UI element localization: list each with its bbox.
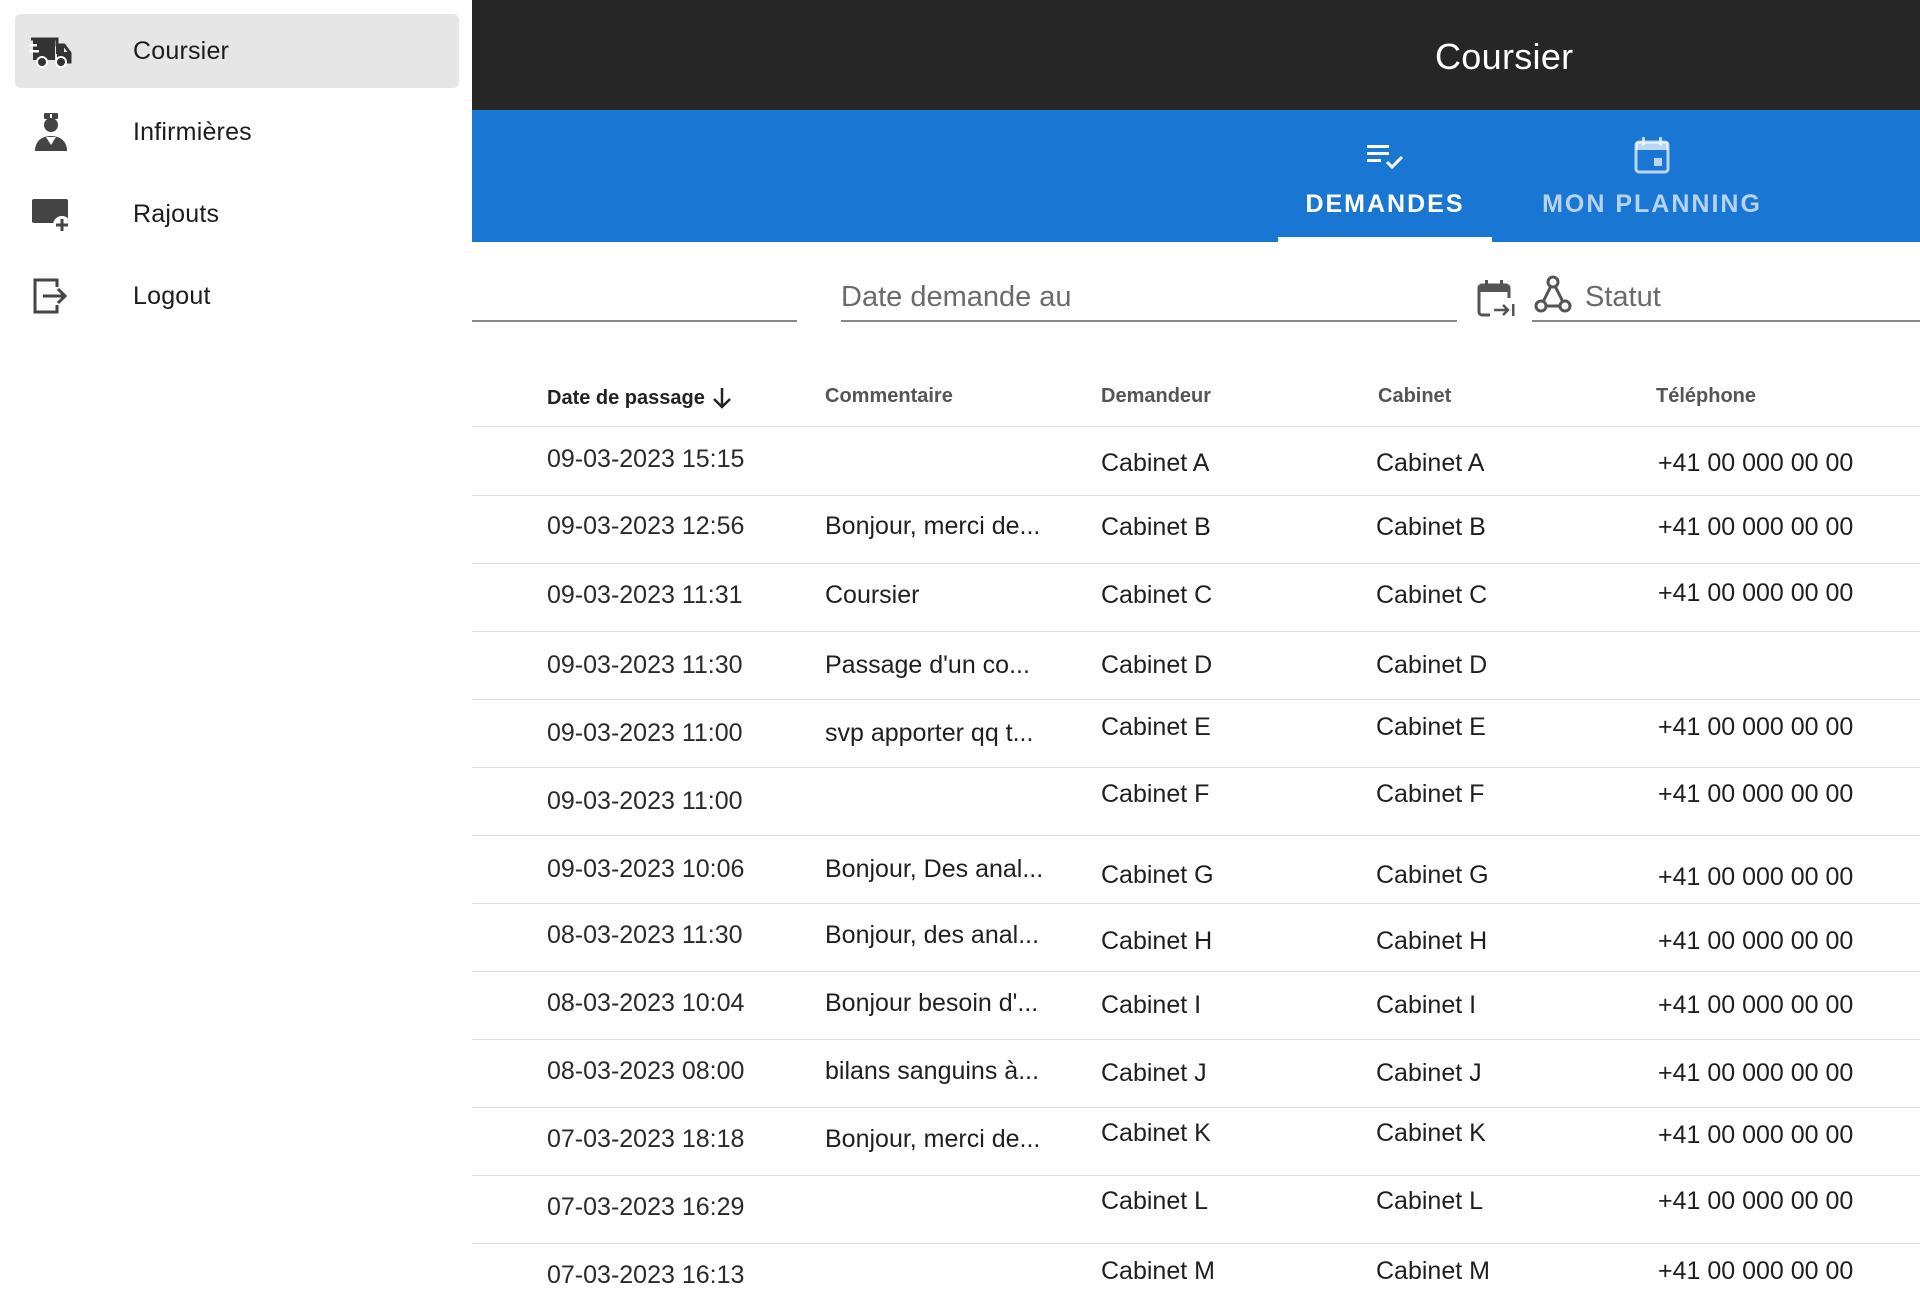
cell-requester: Cabinet G <box>1101 861 1214 889</box>
cell-date: 09-03-2023 15:15 <box>547 445 745 473</box>
cell-phone: +41 00 000 00 00 <box>1658 513 1854 541</box>
cell-cabinet: Cabinet E <box>1376 713 1486 741</box>
cell-cabinet: Cabinet C <box>1376 581 1488 609</box>
nav-item-rajouts[interactable]: Rajouts <box>15 177 459 251</box>
nav-item-infirmieres[interactable]: Infirmières <box>15 95 459 169</box>
cell-date: 07-03-2023 18:18 <box>547 1125 745 1153</box>
cell-cabinet: Cabinet G <box>1376 861 1489 889</box>
cell-comment: Bonjour, Des anal... <box>825 855 1044 883</box>
cell-date: 07-03-2023 16:29 <box>547 1193 745 1221</box>
cell-requester: Cabinet H <box>1101 927 1213 955</box>
cell-date: 09-03-2023 10:06 <box>547 855 745 883</box>
page-title: Coursier <box>1435 36 1574 77</box>
cell-requester: Cabinet A <box>1101 449 1210 477</box>
cell-date: 09-03-2023 12:56 <box>547 512 745 540</box>
cell-phone: +41 00 000 00 00 <box>1658 991 1854 1019</box>
cell-cabinet: Cabinet F <box>1376 780 1485 808</box>
cell-date: 08-03-2023 10:04 <box>547 989 745 1017</box>
cell-requester: Cabinet D <box>1101 651 1213 679</box>
nav-item-coursier[interactable]: Coursier <box>15 14 459 88</box>
nav-label-rajouts: Rajouts <box>133 199 220 228</box>
calendar-icon <box>1630 134 1674 178</box>
cell-cabinet: Cabinet J <box>1376 1059 1482 1087</box>
cell-cabinet: Cabinet I <box>1376 991 1477 1019</box>
cell-phone: +41 00 000 00 00 <box>1658 1187 1854 1215</box>
cell-date: 09-03-2023 11:00 <box>547 719 743 747</box>
cell-requester: Cabinet C <box>1101 581 1213 609</box>
cell-comment: Bonjour, merci de... <box>825 1125 1041 1153</box>
cell-requester: Cabinet J <box>1101 1059 1207 1087</box>
tab-label-demandes: DEMANDES <box>1305 190 1465 218</box>
cell-date: 08-03-2023 08:00 <box>547 1057 745 1085</box>
tab-bar: DEMANDES MON PLANNING <box>472 110 1920 242</box>
cell-comment: bilans sanguins à... <box>825 1057 1040 1085</box>
logout-icon <box>29 275 73 317</box>
column-header-cabinet[interactable]: Cabinet <box>1378 385 1451 408</box>
cell-requester: Cabinet L <box>1101 1187 1209 1215</box>
add-to-queue-icon <box>29 193 73 235</box>
nav-label-coursier: Coursier <box>133 36 230 65</box>
cell-comment: Bonjour besoin d'... <box>825 989 1039 1017</box>
cell-requester: Cabinet K <box>1101 1119 1211 1147</box>
cell-cabinet: Cabinet K <box>1376 1119 1486 1147</box>
truck-icon <box>29 30 73 72</box>
cell-phone: +41 00 000 00 00 <box>1658 863 1854 891</box>
cell-requester: Cabinet E <box>1101 713 1211 741</box>
checklist-icon <box>1363 134 1407 178</box>
date-from-field-underline[interactable] <box>472 320 797 322</box>
nav-item-logout[interactable]: Logout <box>15 259 459 333</box>
nurse-icon <box>29 111 73 153</box>
arrow-down-icon <box>709 385 735 411</box>
cell-cabinet: Cabinet A <box>1376 449 1485 477</box>
cell-phone: +41 00 000 00 00 <box>1658 449 1854 477</box>
status-select-underline <box>1532 320 1920 322</box>
cell-comment: Passage d'un co... <box>825 651 1030 679</box>
cell-comment: svp apporter qq t... <box>825 719 1034 747</box>
status-select[interactable]: Statut <box>1585 281 1661 314</box>
column-header-demandeur[interactable]: Demandeur <box>1101 385 1211 408</box>
date-to-field[interactable]: Date demande au <box>841 281 1072 314</box>
cell-cabinet: Cabinet M <box>1376 1257 1490 1285</box>
nav-label-infirmieres: Infirmières <box>133 117 252 146</box>
cell-phone: +41 00 000 00 00 <box>1658 780 1854 808</box>
cell-requester: Cabinet F <box>1101 780 1210 808</box>
tab-label-mon-planning: MON PLANNING <box>1542 190 1762 218</box>
cell-date: 07-03-2023 16:13 <box>547 1261 745 1289</box>
cell-comment: Coursier <box>825 581 920 609</box>
cell-cabinet: Cabinet B <box>1376 513 1486 541</box>
cell-phone: +41 00 000 00 00 <box>1658 713 1854 741</box>
cell-date: 09-03-2023 11:30 <box>547 651 743 679</box>
cell-cabinet: Cabinet H <box>1376 927 1488 955</box>
column-header-date-de-passage[interactable]: Date de passage <box>547 385 735 411</box>
cell-phone: +41 00 000 00 00 <box>1658 579 1854 607</box>
column-header-telephone[interactable]: Téléphone <box>1656 385 1756 408</box>
tab-mon-planning[interactable]: MON PLANNING <box>1520 110 1784 242</box>
cell-phone: +41 00 000 00 00 <box>1658 927 1854 955</box>
navigation-drawer: Coursier Infirmières Rajouts Logout <box>0 0 472 1306</box>
cell-requester: Cabinet M <box>1101 1257 1215 1285</box>
cell-phone: +41 00 000 00 00 <box>1658 1059 1854 1087</box>
calendar-range-icon[interactable] <box>1476 278 1516 320</box>
cell-cabinet: Cabinet D <box>1376 651 1488 679</box>
cell-date: 09-03-2023 11:31 <box>547 581 743 609</box>
cell-phone: +41 00 000 00 00 <box>1658 1121 1854 1149</box>
cell-requester: Cabinet I <box>1101 991 1202 1019</box>
cell-date: 08-03-2023 11:30 <box>547 921 743 949</box>
nav-label-logout: Logout <box>133 281 211 310</box>
column-header-label: Date de passage <box>547 386 705 409</box>
cell-comment: Bonjour, des anal... <box>825 921 1040 949</box>
column-header-commentaire[interactable]: Commentaire <box>825 385 953 408</box>
status-graph-icon <box>1533 274 1573 316</box>
date-to-field-underline <box>841 320 1457 322</box>
tab-demandes[interactable]: DEMANDES <box>1278 110 1492 242</box>
cell-phone: +41 00 000 00 00 <box>1658 1257 1854 1285</box>
active-tab-indicator <box>1278 237 1492 242</box>
cell-comment: Bonjour, merci de... <box>825 512 1041 540</box>
app-bar: Coursier <box>472 0 1920 110</box>
cell-date: 09-03-2023 11:00 <box>547 787 743 815</box>
cell-cabinet: Cabinet L <box>1376 1187 1484 1215</box>
cell-requester: Cabinet B <box>1101 513 1211 541</box>
